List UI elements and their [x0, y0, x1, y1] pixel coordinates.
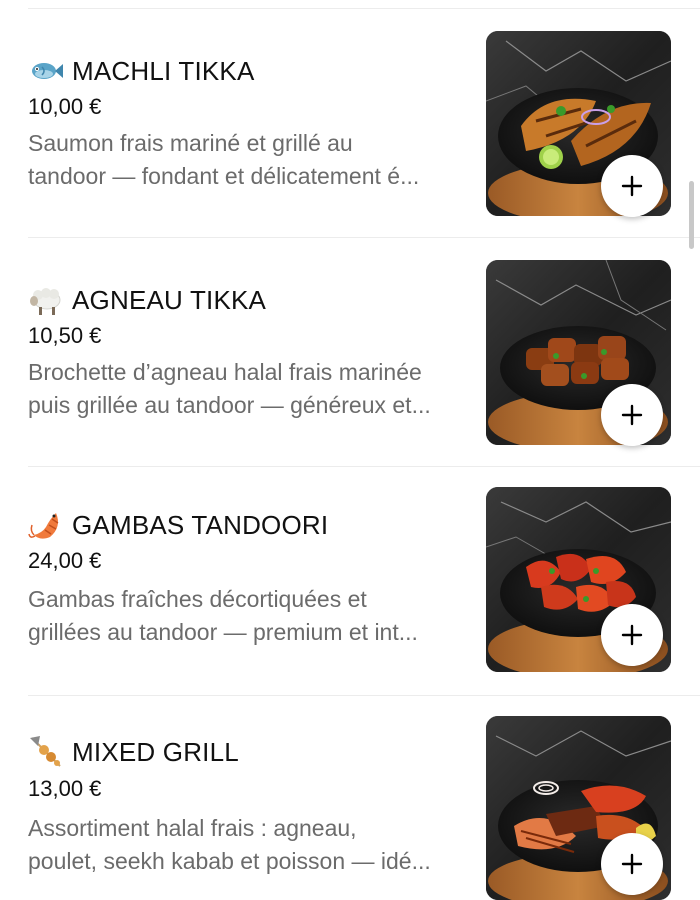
item-description-line: Saumon frais mariné et grillé au: [28, 130, 353, 156]
item-name: MACHLI TIKKA: [72, 55, 255, 86]
item-description: Saumon frais mariné et grillé au tandoor…: [28, 127, 473, 193]
sheep-icon: [28, 282, 64, 318]
menu-item-agneau-tikka[interactable]: AGNEAU TIKKA 10,50 € Brochette d’agneau …: [0, 238, 700, 467]
plus-icon: [621, 404, 643, 426]
scrollbar[interactable]: [689, 181, 694, 249]
item-price: 10,50 €: [28, 323, 102, 348]
item-description-line: grillées au tandoor — premium et int...: [28, 619, 418, 645]
item-price: 13,00 €: [28, 776, 102, 801]
plus-icon: [621, 175, 643, 197]
plus-icon: [621, 624, 643, 646]
item-title-row: MACHLI TIKKA: [28, 53, 255, 89]
item-description-line: Brochette d’agneau halal frais marinée: [28, 359, 422, 385]
item-name: GAMBAS TANDOORI: [72, 509, 329, 540]
plus-icon: [621, 853, 643, 875]
item-name: MIXED GRILL: [72, 736, 239, 767]
item-description-line: puis grillée au tandoor — généreux et...: [28, 392, 431, 418]
shrimp-icon: [28, 507, 64, 543]
item-title-row: GAMBAS TANDOORI: [28, 507, 328, 543]
item-description-line: tandoor — fondant et délicatement é...: [28, 163, 420, 189]
item-description-line: poulet, seekh kabab et poisson — idé...: [28, 848, 431, 874]
add-to-cart-button[interactable]: [601, 833, 663, 895]
item-description: Gambas fraîches décortiquées et grillées…: [28, 583, 473, 649]
skewer-icon: [28, 734, 64, 770]
item-title-row: MIXED GRILL: [28, 734, 239, 770]
item-price: 24,00 €: [28, 548, 102, 573]
menu-item-mixed-grill[interactable]: MIXED GRILL 13,00 € Assortiment halal fr…: [0, 696, 700, 900]
menu-item-machli-tikka[interactable]: MACHLI TIKKA 10,00 € Saumon frais mariné…: [0, 9, 700, 238]
item-description-line: Assortiment halal frais : agneau,: [28, 815, 357, 841]
item-description-line: Gambas fraîches décortiquées et: [28, 586, 367, 612]
item-description: Assortiment halal frais : agneau, poulet…: [28, 812, 473, 878]
add-to-cart-button[interactable]: [601, 384, 663, 446]
menu-item-list: MACHLI TIKKA 10,00 € Saumon frais mariné…: [0, 0, 700, 900]
item-title-row: AGNEAU TIKKA: [28, 282, 266, 318]
menu-item-gambas-tandoori[interactable]: GAMBAS TANDOORI 24,00 € Gambas fraîches …: [0, 467, 700, 696]
item-description: Brochette d’agneau halal frais marinée p…: [28, 356, 473, 422]
add-to-cart-button[interactable]: [601, 604, 663, 666]
item-name: AGNEAU TIKKA: [72, 284, 267, 315]
item-price: 10,00 €: [28, 94, 102, 119]
fish-icon: [28, 53, 64, 89]
add-to-cart-button[interactable]: [601, 155, 663, 217]
